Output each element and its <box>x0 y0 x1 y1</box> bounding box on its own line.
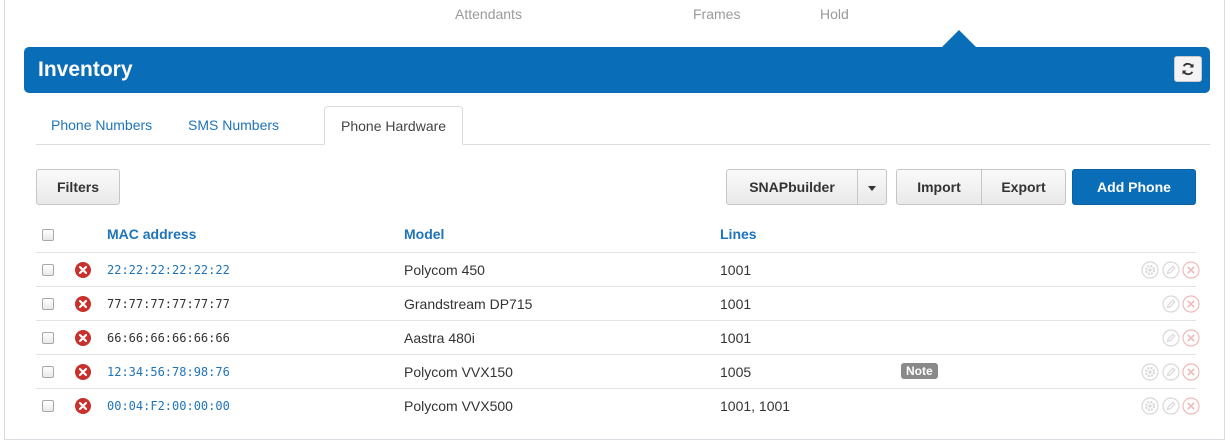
nav-hold[interactable]: Hold <box>820 6 849 22</box>
edit-icon[interactable] <box>1162 261 1180 279</box>
row-checkbox[interactable] <box>42 264 54 276</box>
import-button[interactable]: Import <box>896 169 982 205</box>
note-badge[interactable]: Note <box>901 363 938 379</box>
error-status-icon <box>75 262 91 278</box>
gear-icon[interactable] <box>1141 363 1159 381</box>
edit-icon[interactable] <box>1162 295 1180 313</box>
table-row: 00:04:F2:00:00:00 Polycom VVX500 1001, 1… <box>36 388 1200 423</box>
delete-icon[interactable] <box>1182 397 1200 415</box>
active-nav-caret <box>942 30 976 47</box>
column-header-mac[interactable]: MAC address <box>107 226 196 242</box>
nav-attendants[interactable]: Attendants <box>455 6 522 22</box>
mac-address: 77:77:77:77:77:77 <box>107 297 230 311</box>
model-cell: Polycom 450 <box>404 262 485 278</box>
column-header-model[interactable]: Model <box>404 226 444 242</box>
inventory-header: Inventory <box>24 47 1210 93</box>
delete-icon[interactable] <box>1182 363 1200 381</box>
error-status-icon <box>75 364 91 380</box>
lines-cell: 1001 <box>720 330 752 346</box>
tab-phone-numbers[interactable]: Phone Numbers <box>51 106 152 144</box>
table-row: 66:66:66:66:66:66 Aastra 480i 1001 <box>36 320 1200 355</box>
nav-frames[interactable]: Frames <box>693 6 740 22</box>
caret-down-icon <box>868 186 876 191</box>
gear-icon[interactable] <box>1141 397 1159 415</box>
tab-phone-hardware[interactable]: Phone Hardware <box>324 106 464 145</box>
row-checkbox[interactable] <box>42 366 54 378</box>
snapbuilder-button[interactable]: SNAPbuilder <box>726 169 858 205</box>
select-all-checkbox[interactable] <box>42 229 54 241</box>
error-status-icon <box>75 398 91 414</box>
column-header-lines[interactable]: Lines <box>720 226 757 242</box>
lines-cell: 1001 <box>720 296 752 312</box>
mac-address-link[interactable]: 22:22:22:22:22:22 <box>107 263 230 277</box>
model-cell: Polycom VVX500 <box>404 398 513 414</box>
table-row: 22:22:22:22:22:22 Polycom 450 1001 <box>36 252 1200 287</box>
row-checkbox[interactable] <box>42 400 54 412</box>
page-title: Inventory <box>38 58 133 81</box>
table-row: 12:34:56:78:98:76 Polycom VVX150 1005 No… <box>36 354 1200 389</box>
delete-icon[interactable] <box>1182 295 1200 313</box>
lines-cell: 1001, 1001 <box>720 398 791 414</box>
refresh-button[interactable] <box>1174 56 1202 82</box>
model-cell: Aastra 480i <box>404 330 475 346</box>
add-phone-button[interactable]: Add Phone <box>1072 169 1196 205</box>
mac-address-link[interactable]: 12:34:56:78:98:76 <box>107 365 230 379</box>
row-checkbox[interactable] <box>42 298 54 310</box>
mac-address-link[interactable]: 00:04:F2:00:00:00 <box>107 399 230 413</box>
edit-icon[interactable] <box>1162 329 1180 347</box>
model-cell: Polycom VVX150 <box>404 364 513 380</box>
snapbuilder-dropdown-toggle[interactable] <box>857 169 887 205</box>
top-nav: Attendants Frames Hold <box>0 6 1231 26</box>
table-row: 77:77:77:77:77:77 Grandstream DP715 1001 <box>36 286 1200 321</box>
refresh-icon <box>1182 62 1194 76</box>
export-button[interactable]: Export <box>981 169 1066 205</box>
gear-icon[interactable] <box>1141 261 1159 279</box>
error-status-icon <box>75 330 91 346</box>
mac-address: 66:66:66:66:66:66 <box>107 331 230 345</box>
error-status-icon <box>75 296 91 312</box>
lines-cell: 1001 <box>720 262 752 278</box>
delete-icon[interactable] <box>1182 329 1200 347</box>
edit-icon[interactable] <box>1162 363 1180 381</box>
delete-icon[interactable] <box>1182 261 1200 279</box>
inventory-tabs: Phone Numbers SMS Numbers Phone Hardware <box>36 106 1210 145</box>
filters-button[interactable]: Filters <box>36 169 120 205</box>
edit-icon[interactable] <box>1162 397 1180 415</box>
lines-cell: 1005 <box>720 364 752 380</box>
row-checkbox[interactable] <box>42 332 54 344</box>
tab-sms-numbers[interactable]: SMS Numbers <box>188 106 279 144</box>
model-cell: Grandstream DP715 <box>404 296 533 312</box>
